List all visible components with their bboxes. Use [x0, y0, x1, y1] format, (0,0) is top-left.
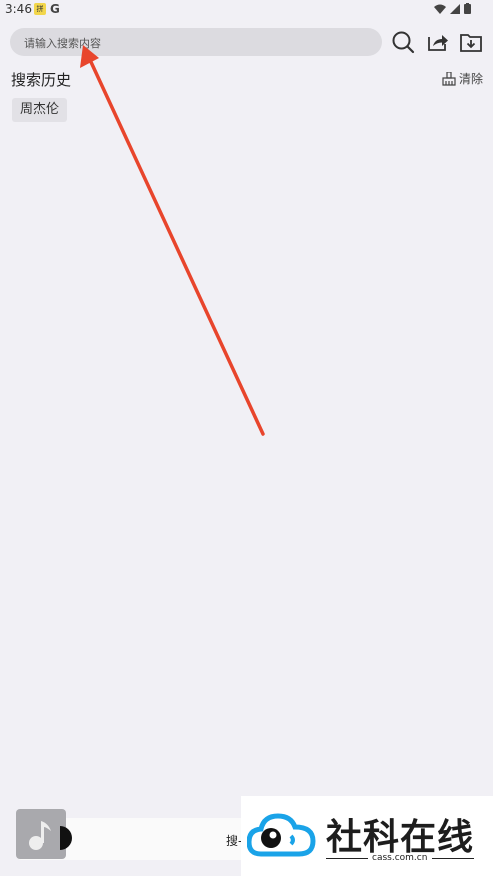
clear-history-label: 清除: [459, 72, 484, 86]
search-placeholder: 请输入搜索内容: [24, 37, 101, 50]
download-folder-icon[interactable]: [459, 30, 483, 54]
status-right-icons: [434, 3, 471, 14]
watermark-divider-left: [326, 858, 368, 859]
clear-history-button[interactable]: 清除: [442, 70, 483, 87]
music-note-icon: [29, 821, 51, 850]
status-bar: 3:46 拼 G: [0, 0, 493, 20]
status-time: 3:46: [5, 2, 32, 16]
status-left-icons: 拼 G: [34, 2, 60, 16]
watermark-divider-right: [432, 858, 474, 859]
wifi-icon: [434, 4, 446, 14]
signal-icon: [450, 3, 460, 14]
search-history-title: 搜索历史: [11, 71, 72, 89]
annotation-arrow: [80, 45, 265, 436]
search-input[interactable]: 请输入搜索内容: [10, 28, 382, 56]
cloud-logo-icon: [247, 813, 316, 857]
search-icon[interactable]: [391, 30, 415, 54]
player-song-text: 搜-: [226, 834, 243, 848]
battery-icon: [464, 3, 471, 14]
watermark-subtitle: cass.com.cn: [372, 853, 428, 863]
history-chip[interactable]: 周杰伦: [12, 98, 68, 122]
share-icon[interactable]: [425, 30, 449, 54]
google-icon: G: [50, 2, 60, 16]
broom-icon: [442, 71, 456, 86]
pinyin-input-icon: 拼: [34, 3, 46, 15]
album-art[interactable]: [16, 809, 66, 859]
